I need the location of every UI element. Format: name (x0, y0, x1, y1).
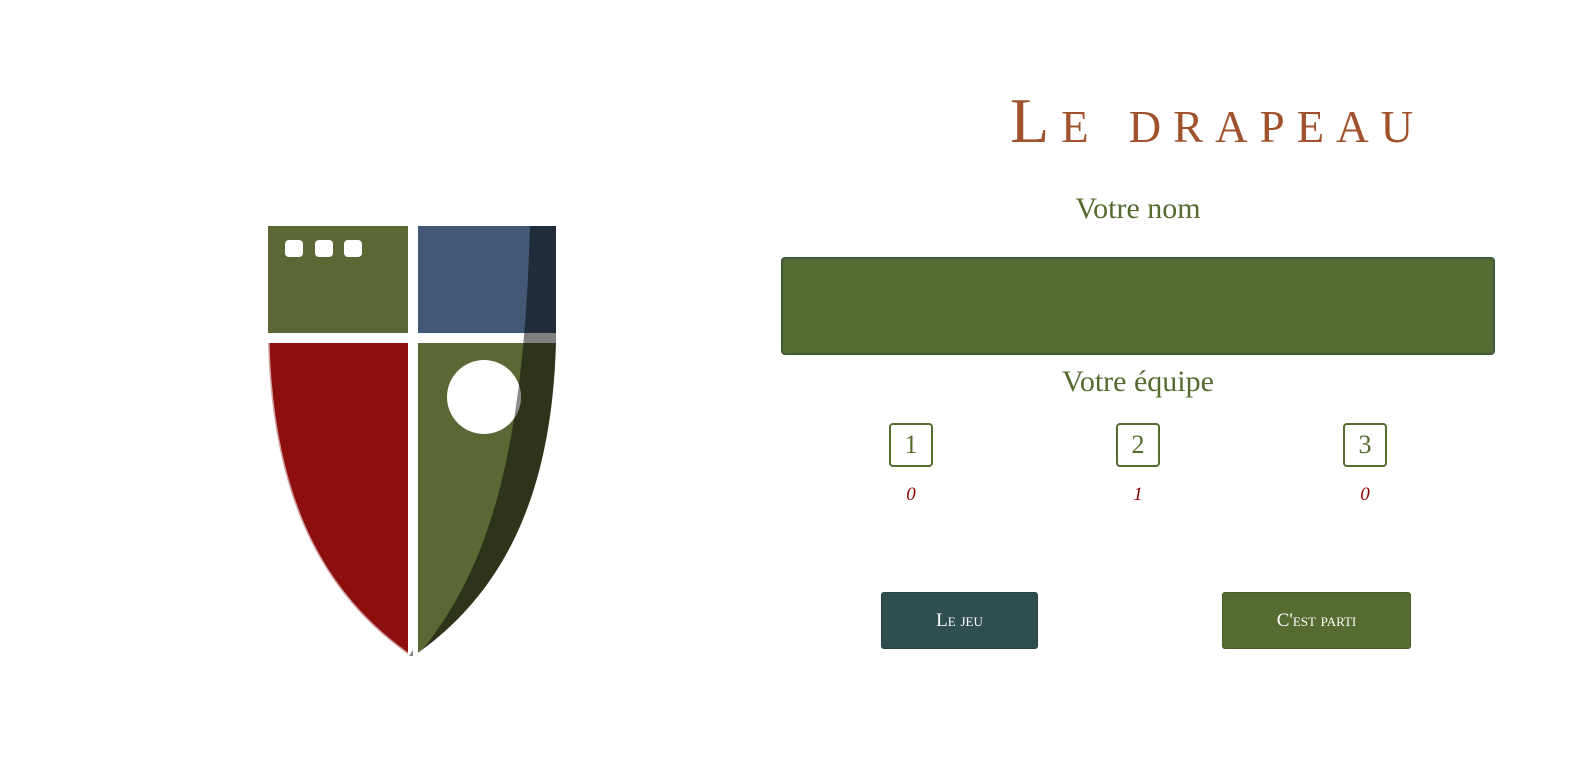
team-option-1: 1 0 (861, 423, 961, 513)
start-button[interactable]: C'est parti (1222, 592, 1411, 649)
page: Le drapeau Votre nom Votre équipe 1 0 2 … (0, 0, 1580, 781)
team-2-count: 1 (1133, 484, 1143, 505)
team-option-2: 2 1 (1088, 423, 1188, 513)
name-label: Votre nom (1075, 192, 1201, 225)
team-1-button[interactable]: 1 (889, 423, 933, 467)
tower-dot (285, 240, 303, 257)
team-2-button[interactable]: 2 (1116, 423, 1160, 467)
shield-logo-graphic (266, 226, 556, 659)
team-3-count: 0 (1360, 484, 1370, 505)
tower-dot (315, 240, 333, 257)
team-label: Votre équipe (1062, 365, 1214, 398)
page-title: Le drapeau (1010, 85, 1426, 156)
tower-dot (344, 240, 362, 257)
team-3-button[interactable]: 3 (1343, 423, 1387, 467)
team-option-3: 3 0 (1315, 423, 1415, 513)
shield-logo (262, 222, 562, 662)
team-1-count: 0 (906, 484, 916, 505)
shield-circle (447, 360, 521, 434)
name-input[interactable] (781, 257, 1495, 355)
rules-button[interactable]: Le jeu (881, 592, 1038, 649)
